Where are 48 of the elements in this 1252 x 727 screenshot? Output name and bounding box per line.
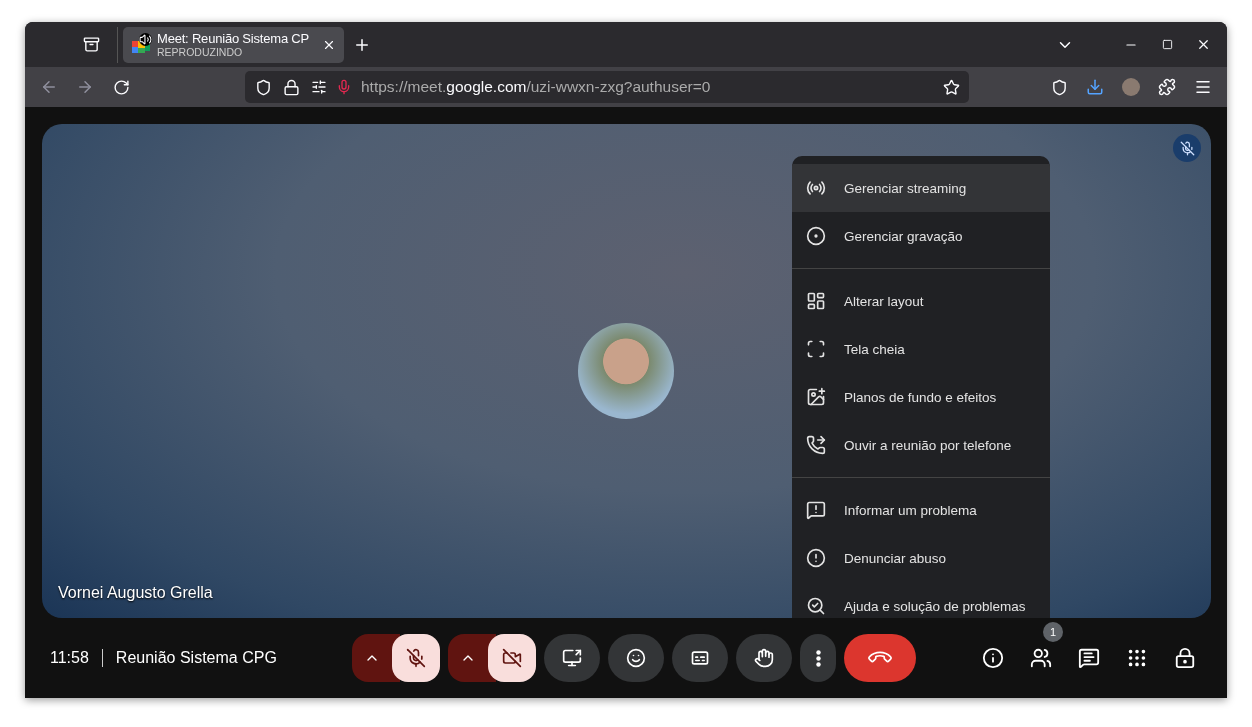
end-call-button[interactable] <box>844 634 916 682</box>
reactions-button[interactable] <box>608 634 664 682</box>
hand-icon <box>754 648 774 668</box>
image-plus-icon <box>806 387 826 407</box>
smiley-icon <box>626 648 646 668</box>
more-vertical-icon <box>815 649 821 667</box>
camera-off-icon <box>502 648 522 668</box>
broadcast-icon <box>806 178 826 198</box>
record-icon <box>806 226 826 246</box>
clock-time: 11:58 <box>50 649 89 667</box>
phone-forward-icon <box>806 435 826 455</box>
present-screen-button[interactable] <box>544 634 600 682</box>
alert-icon <box>806 548 826 568</box>
camera-toggle-button[interactable] <box>488 634 536 682</box>
menu-item[interactable]: Alterar layout <box>792 277 1050 325</box>
lock-icon <box>1174 647 1196 669</box>
participant-count: 1 <box>1043 622 1063 642</box>
menu-item[interactable]: Ajuda e solução de problemas <box>792 582 1050 618</box>
grid-icon <box>1126 647 1148 669</box>
chat-icon <box>1078 647 1100 669</box>
tab-title: Meet: Reunião Sistema CP <box>157 31 310 46</box>
menu-item[interactable]: Informar um problema <box>792 486 1050 534</box>
browser-tab[interactable]: Meet: Reunião Sistema CP REPRODUZINDO <box>123 26 344 63</box>
menu-item[interactable]: Tela cheia <box>792 325 1050 373</box>
menu-item[interactable]: Denunciar abuso <box>792 534 1050 582</box>
layout-icon <box>806 291 826 311</box>
search-check-icon <box>806 596 826 616</box>
address-bar[interactable]: https://meet.google.com/uzi-wwxn-zxg?authuser=0 <box>245 71 969 103</box>
captions-icon <box>690 648 710 668</box>
microphone-off-icon <box>406 648 426 668</box>
raise-hand-button[interactable] <box>736 634 792 682</box>
people-icon <box>1030 647 1052 669</box>
captions-button[interactable] <box>672 634 728 682</box>
menu-item[interactable]: Gerenciar gravação <box>792 212 1050 260</box>
menu-item[interactable]: Planos de fundo e efeitos <box>792 373 1050 421</box>
speaker-icon[interactable] <box>139 32 152 46</box>
microphone-toggle-button[interactable] <box>392 634 440 682</box>
url-text: https://meet.google.com/uzi-wwxn-zxg?authuser=0 <box>361 78 712 96</box>
tab-status: REPRODUZINDO <box>157 46 244 58</box>
participant-name: Vornei Augusto Grella <box>58 584 213 602</box>
screen-share-icon <box>562 648 582 668</box>
more-options-button[interactable] <box>800 634 836 682</box>
menu-item[interactable]: Gerenciar streaming <box>792 164 1050 212</box>
fullscreen-icon <box>806 339 826 359</box>
message-warning-icon <box>806 500 826 520</box>
info-icon <box>982 647 1004 669</box>
meeting-title: Reunião Sistema CPG <box>115 649 277 667</box>
menu-item[interactable]: Ouvir a reunião por telefone <box>792 421 1050 469</box>
